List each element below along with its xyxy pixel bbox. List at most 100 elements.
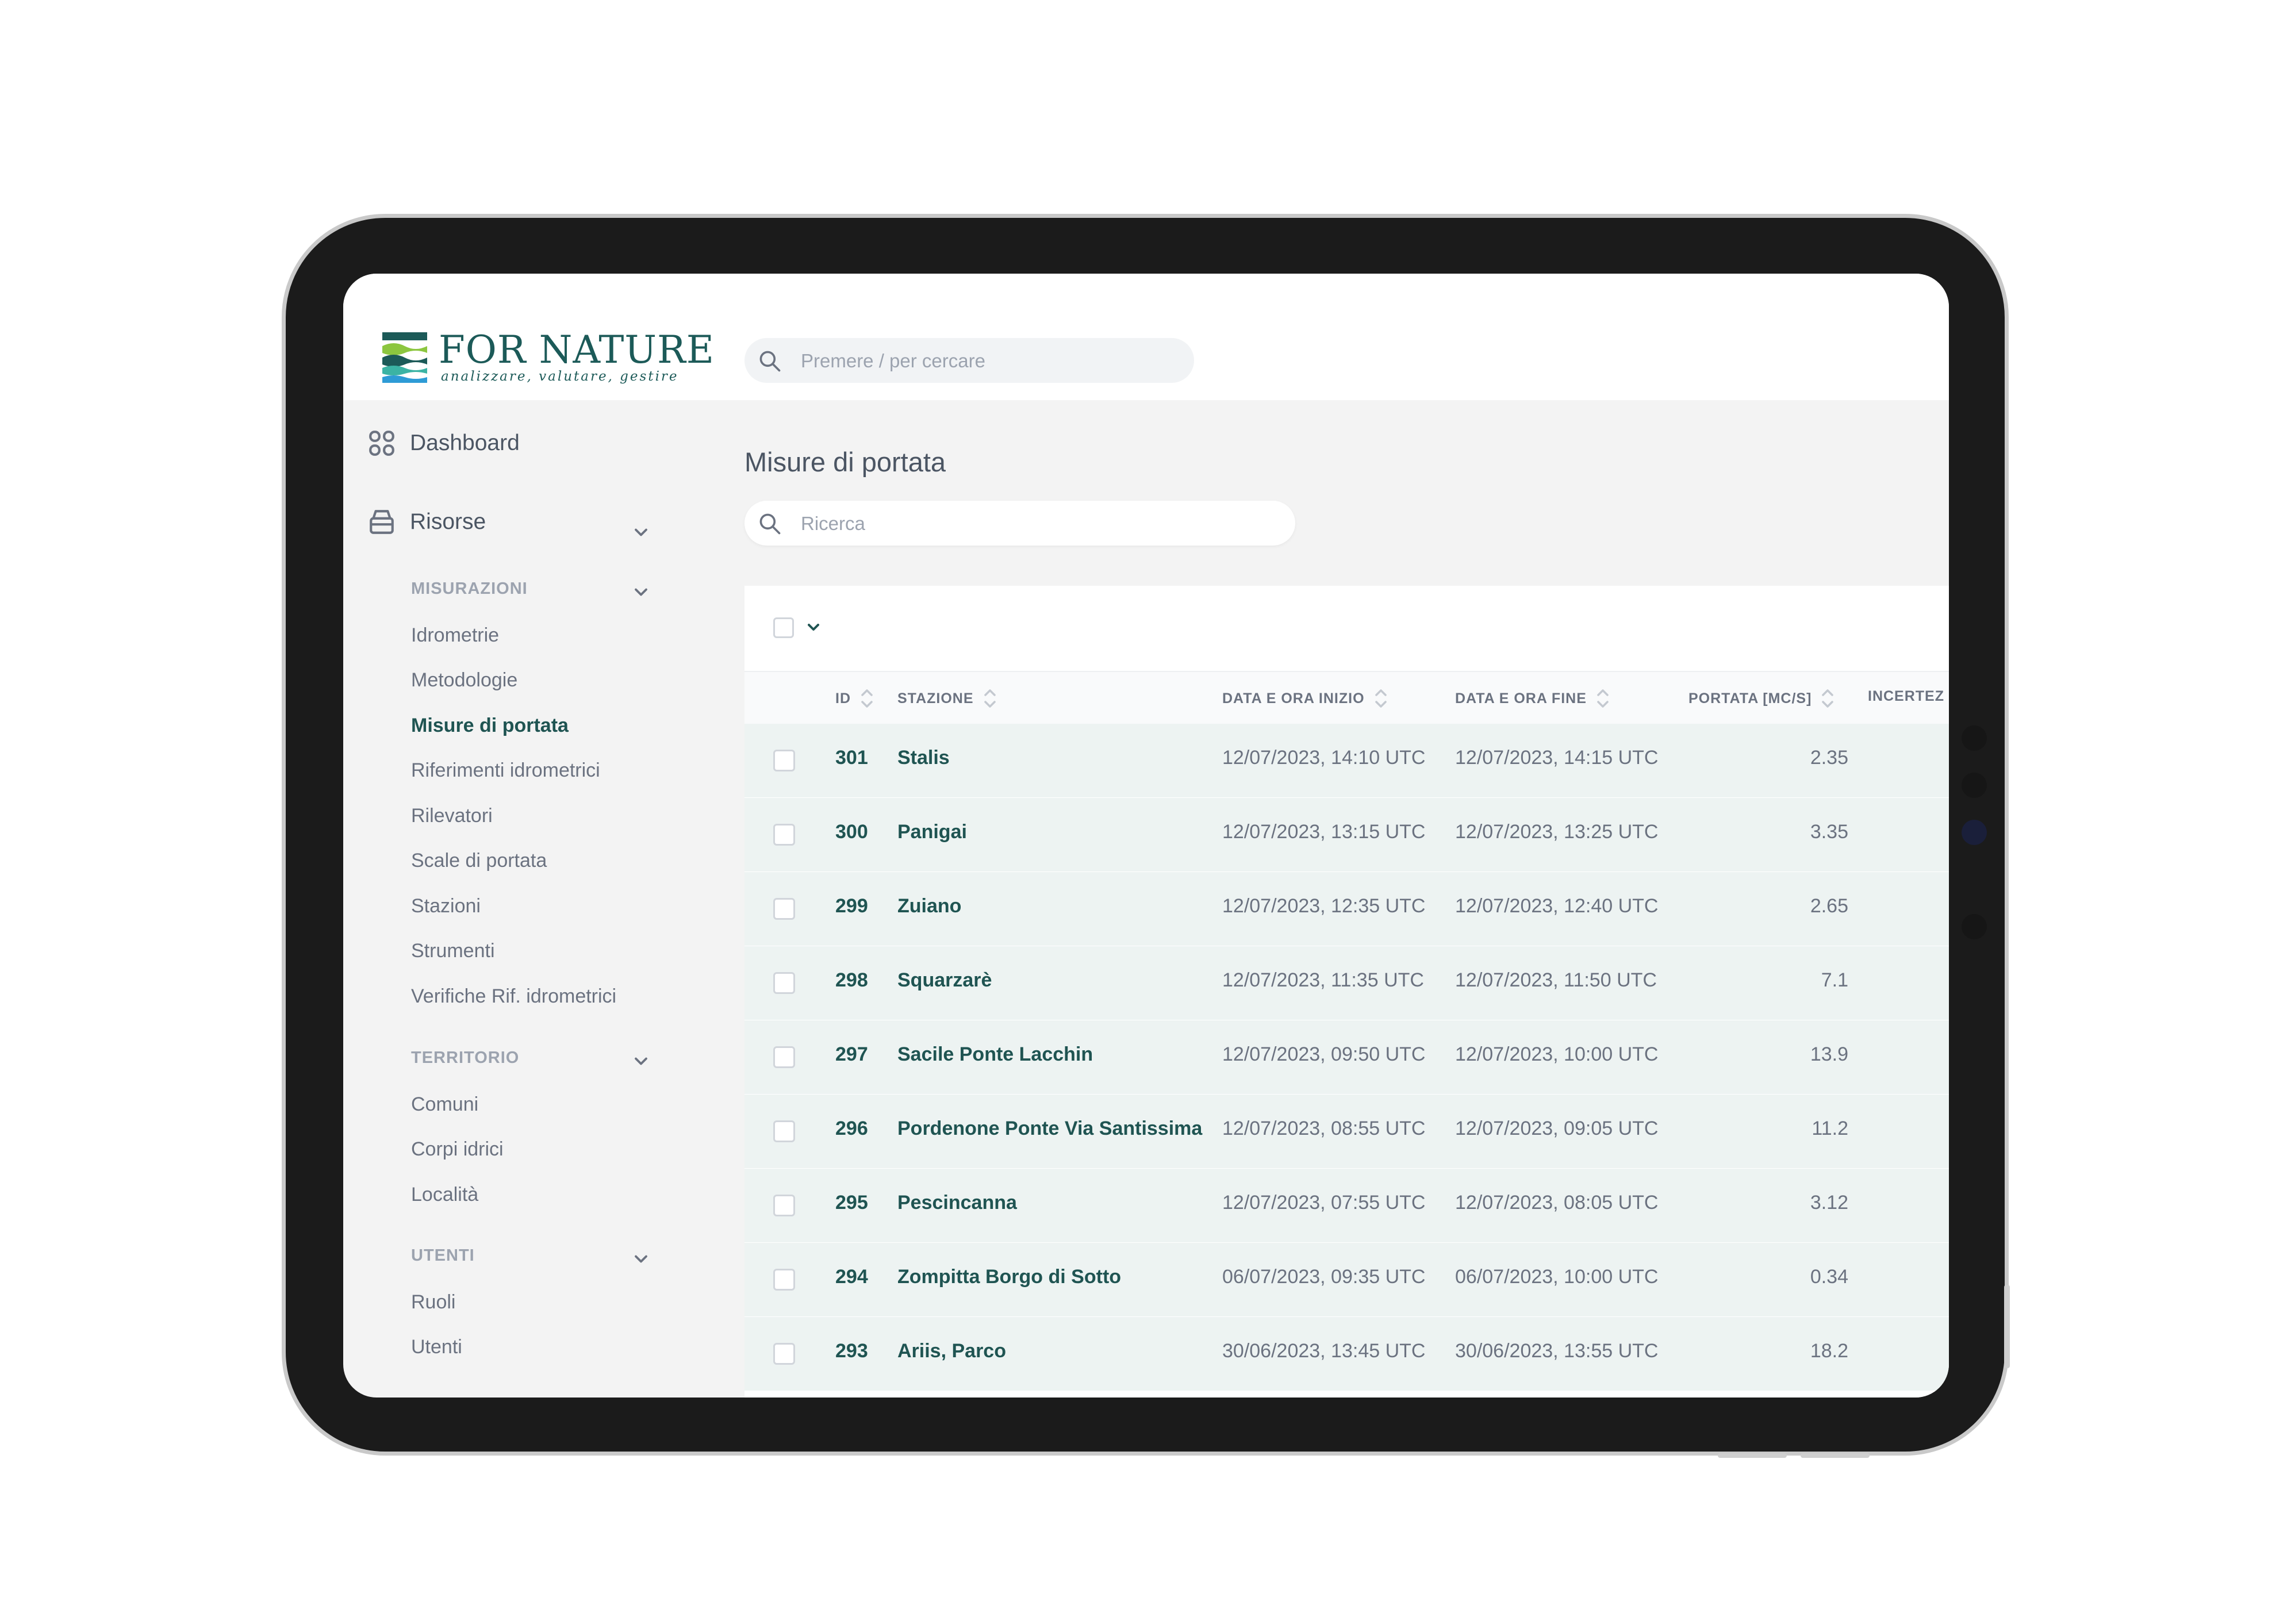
cell-station[interactable]: Stalis — [897, 747, 950, 769]
archive-box-icon — [370, 510, 394, 534]
chevron-down-icon[interactable] — [631, 1249, 651, 1269]
column-header-label: DATA E ORA INIZIO — [1222, 690, 1365, 707]
cell-flow: 0.34 — [1810, 1266, 1848, 1288]
section-title-measurements[interactable]: MISURAZIONI — [411, 579, 528, 598]
cell-station[interactable]: Pescincanna — [897, 1192, 1017, 1214]
cell-station[interactable]: Sacile Ponte Lacchin — [897, 1043, 1093, 1066]
sidebar-item-idrometrie[interactable]: Idrometrie — [411, 624, 499, 647]
global-search-input[interactable] — [800, 344, 1158, 378]
chevron-down-icon[interactable] — [631, 522, 651, 543]
row-checkbox[interactable] — [773, 898, 795, 920]
cell-id[interactable]: 293 — [835, 1340, 868, 1362]
cell-flow: 2.35 — [1810, 747, 1848, 769]
cell-id[interactable]: 299 — [835, 895, 868, 917]
app-screen: FOR NATURE analizzare, valutare, gestire… — [343, 274, 1949, 1398]
cell-id[interactable]: 297 — [835, 1043, 868, 1066]
table-search-input[interactable] — [800, 506, 1158, 541]
cell-station[interactable]: Panigai — [897, 821, 967, 843]
cell-station[interactable]: Zompitta Borgo di Sotto — [897, 1266, 1121, 1288]
chevron-down-icon[interactable] — [804, 618, 823, 636]
cell-start: 12/07/2023, 09:50 UTC — [1222, 1043, 1426, 1065]
row-checkbox[interactable] — [773, 750, 795, 771]
cell-end: 06/07/2023, 10:00 UTC — [1455, 1266, 1659, 1288]
column-header-label: PORTATA [MC/S] — [1688, 690, 1812, 707]
cell-end: 12/07/2023, 12:40 UTC — [1455, 895, 1659, 917]
sidebar-item-strumenti[interactable]: Strumenti — [411, 940, 495, 962]
sidebar-item-dashboard[interactable]: Dashboard — [367, 429, 520, 458]
cell-id[interactable]: 298 — [835, 969, 868, 992]
row-checkbox[interactable] — [773, 1195, 795, 1216]
table-row[interactable]: 300 Panigai 12/07/2023, 13:15 UTC 12/07/… — [744, 798, 1949, 873]
cell-station[interactable]: Pordenone Ponte Via Santissima — [897, 1118, 1202, 1140]
cell-start: 12/07/2023, 11:35 UTC — [1222, 969, 1424, 991]
sort-icon — [861, 689, 873, 708]
table-row[interactable]: 301 Stalis 12/07/2023, 14:10 UTC 12/07/2… — [744, 724, 1949, 798]
sidebar-item-localita[interactable]: Località — [411, 1184, 478, 1206]
cell-start: 30/06/2023, 13:45 UTC — [1222, 1340, 1426, 1362]
sidebar-item-scale-di-portata[interactable]: Scale di portata — [411, 850, 547, 872]
cell-id[interactable]: 296 — [835, 1118, 868, 1140]
cell-flow: 7.1 — [1821, 969, 1848, 991]
sidebar-item-utenti[interactable]: Utenti — [411, 1336, 462, 1358]
table-search[interactable] — [744, 501, 1295, 546]
cell-station[interactable]: Squarzarè — [897, 969, 992, 992]
sidebar-item-resources[interactable]: Risorse — [367, 508, 486, 536]
brand-tagline: analizzare, valutare, gestire — [441, 369, 679, 384]
column-header-label: DATA E ORA FINE — [1455, 690, 1587, 707]
cell-id[interactable]: 301 — [835, 747, 868, 769]
row-checkbox[interactable] — [773, 1046, 795, 1068]
brand-name: FOR NATURE — [439, 328, 715, 372]
sidebar-item-verifiche[interactable]: Verifiche Rif. idrometrici — [411, 985, 616, 1008]
table-row[interactable]: 295 Pescincanna 12/07/2023, 07:55 UTC 12… — [744, 1169, 1949, 1243]
sidebar-item-misure-di-portata[interactable]: Misure di portata — [411, 715, 569, 737]
cell-station[interactable]: Ariis, Parco — [897, 1340, 1006, 1362]
row-checkbox[interactable] — [773, 824, 795, 846]
cell-id[interactable]: 295 — [835, 1192, 868, 1214]
table-row[interactable]: 294 Zompitta Borgo di Sotto 06/07/2023, … — [744, 1243, 1949, 1318]
table-row[interactable]: 296 Pordenone Ponte Via Santissima 12/07… — [744, 1095, 1949, 1169]
row-checkbox[interactable] — [773, 972, 795, 994]
table-row[interactable]: 293 Ariis, Parco 30/06/2023, 13:45 UTC 3… — [744, 1317, 1949, 1392]
column-header-label: STAZIONE — [897, 690, 974, 707]
sidebar-item-rilevatori[interactable]: Rilevatori — [411, 805, 493, 827]
sidebar-item-stazioni[interactable]: Stazioni — [411, 895, 481, 917]
select-all-checkbox[interactable] — [773, 617, 794, 638]
logo-waves-icon — [382, 332, 427, 383]
dashboard-grid-icon — [369, 431, 394, 456]
section-title-territory[interactable]: TERRITORIO — [411, 1049, 519, 1068]
table-row[interactable]: 298 Squarzarè 12/07/2023, 11:35 UTC 12/0… — [744, 946, 1949, 1021]
sidebar-item-comuni[interactable]: Comuni — [411, 1093, 478, 1116]
cell-start: 12/07/2023, 14:10 UTC — [1222, 747, 1426, 769]
tablet-camera-sensor — [1962, 773, 1987, 798]
cell-id[interactable]: 300 — [835, 821, 868, 843]
cell-flow: 18.2 — [1810, 1340, 1848, 1362]
cell-end: 12/07/2023, 08:05 UTC — [1455, 1192, 1659, 1214]
cell-station[interactable]: Zuiano — [897, 895, 961, 917]
cell-end: 12/07/2023, 10:00 UTC — [1455, 1043, 1659, 1065]
cell-id[interactable]: 294 — [835, 1266, 868, 1288]
sidebar-item-metodologie[interactable]: Metodologie — [411, 669, 517, 692]
column-header-id[interactable]: ID — [835, 688, 874, 709]
table-row[interactable]: 299 Zuiano 12/07/2023, 12:35 UTC 12/07/2… — [744, 872, 1949, 947]
sidebar-item-label: Dashboard — [410, 431, 520, 455]
column-header-start[interactable]: DATA E ORA INIZIO — [1222, 688, 1388, 709]
column-header-station[interactable]: STAZIONE — [897, 688, 997, 709]
table-row[interactable]: 297 Sacile Ponte Lacchin 12/07/2023, 09:… — [744, 1020, 1949, 1095]
row-checkbox[interactable] — [773, 1343, 795, 1365]
section-title-users[interactable]: UTENTI — [411, 1246, 475, 1265]
cell-start: 12/07/2023, 08:55 UTC — [1222, 1118, 1426, 1139]
cell-start: 12/07/2023, 13:15 UTC — [1222, 821, 1426, 843]
sidebar-item-riferimenti-idrometrici[interactable]: Riferimenti idrometrici — [411, 759, 600, 782]
column-header-end[interactable]: DATA E ORA FINE — [1455, 688, 1610, 709]
global-search[interactable] — [744, 338, 1194, 383]
sidebar-item-corpi-idrici[interactable]: Corpi idrici — [411, 1138, 504, 1161]
column-header-uncertainty[interactable]: INCERTEZ — [1868, 688, 1944, 705]
row-checkbox[interactable] — [773, 1120, 795, 1142]
chevron-down-icon[interactable] — [631, 582, 651, 602]
sidebar-item-ruoli[interactable]: Ruoli — [411, 1291, 455, 1314]
tablet-camera-sensor — [1962, 725, 1987, 751]
top-bar: FOR NATURE analizzare, valutare, gestire — [343, 274, 1949, 400]
chevron-down-icon[interactable] — [631, 1051, 651, 1072]
column-header-flow[interactable]: PORTATA [MC/S] — [1688, 688, 1835, 709]
row-checkbox[interactable] — [773, 1269, 795, 1291]
